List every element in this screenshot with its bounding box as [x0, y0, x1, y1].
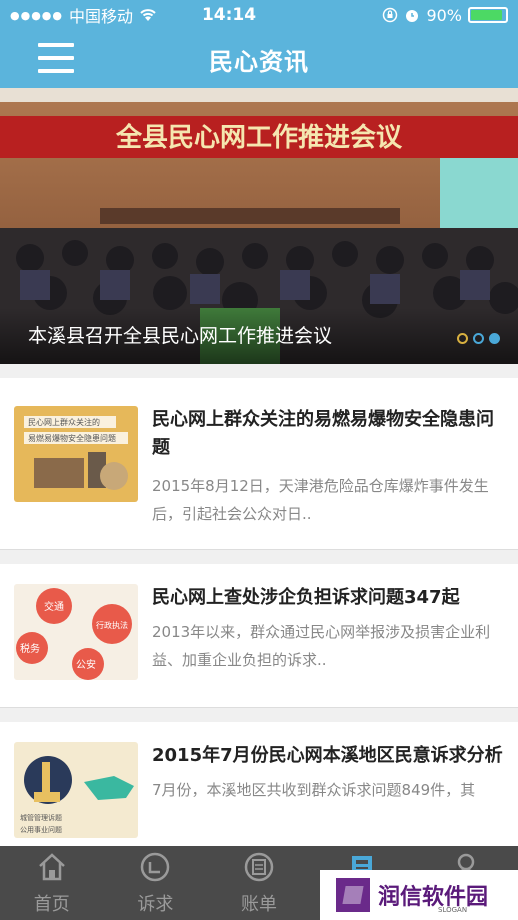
- signal-dots-icon: ●●●●●: [10, 8, 63, 22]
- tab-label: 诉求: [137, 894, 174, 915]
- watermark-icon: [336, 878, 370, 912]
- battery-icon: [468, 7, 508, 23]
- svg-text:交通: 交通: [44, 600, 64, 613]
- battery-fill: [471, 10, 502, 20]
- svg-text:行政执法: 行政执法: [96, 620, 128, 630]
- battery-percent: 90%: [426, 5, 462, 25]
- news-list: 民心网上群众关注的 易燃易爆物安全隐患问题 民心网上群众关注的易燃易爆物安全隐患…: [0, 364, 518, 862]
- watermark-slogan: SLOGAN: [438, 906, 468, 914]
- svg-text:城管管理诉题: 城管管理诉题: [20, 813, 62, 822]
- article-summary: 2013年以来，群众通过民心网举报涉及损害企业利益、加重企业负担的诉求..: [152, 623, 491, 669]
- carousel-dots[interactable]: [457, 333, 500, 344]
- watermark-name: 润信软件园: [378, 885, 489, 910]
- nav-bar: 民心资讯: [0, 30, 518, 88]
- article-thumbnail: 交通 行政执法 税务 公安: [14, 584, 138, 680]
- list-item[interactable]: 城管管理诉题 公用事业问题 2015年7月份民心网本溪地区民意诉求分析 7月份，…: [0, 722, 518, 862]
- article-title[interactable]: 2015年7月份民心网本溪地区民意诉求分析: [152, 742, 504, 770]
- tab-label: 首页: [33, 894, 70, 915]
- page-title: 民心资讯: [209, 47, 309, 76]
- carousel-dot[interactable]: [473, 333, 484, 344]
- home-icon: [38, 853, 65, 881]
- tab-bill[interactable]: 账单: [207, 846, 311, 920]
- article-title[interactable]: 民心网上查处涉企负担诉求问题347起: [152, 584, 504, 612]
- list-item[interactable]: 民心网上群众关注的 易燃易爆物安全隐患问题 民心网上群众关注的易燃易爆物安全隐患…: [0, 378, 518, 550]
- article-thumbnail: 民心网上群众关注的 易燃易爆物安全隐患问题: [14, 406, 138, 502]
- svg-text:公用事业问题: 公用事业问题: [20, 825, 62, 834]
- article-summary: 7月份，本溪地区共收到群众诉求问题849件，其: [152, 781, 476, 799]
- banner-carousel[interactable]: 全县民心网工作推进会议 本溪县召开全县民心网工作推进会议: [0, 88, 518, 364]
- tab-label: 账单: [240, 894, 277, 915]
- banner-caption: 本溪县召开全县民心网工作推进会议: [28, 325, 333, 347]
- carousel-dot[interactable]: [457, 333, 468, 344]
- svg-text:易燃易爆物安全隐患问题: 易燃易爆物安全隐患问题: [28, 433, 116, 443]
- article-title[interactable]: 民心网上群众关注的易燃易爆物安全隐患问题: [152, 406, 504, 462]
- status-bar: ●●●●● 中国移动 14:14 90%: [0, 0, 518, 30]
- hamburger-menu-icon[interactable]: [38, 40, 74, 76]
- banner-caption-bar: 本溪县召开全县民心网工作推进会议: [0, 308, 518, 364]
- banner-image-text: 全县民心网工作推进会议: [115, 122, 403, 152]
- list-item[interactable]: 交通 行政执法 税务 公安 民心网上查处涉企负担诉求问题347起 2013年以来…: [0, 564, 518, 708]
- svg-text:民心网上群众关注的: 民心网上群众关注的: [28, 417, 100, 427]
- alarm-icon: [406, 10, 419, 22]
- svg-text:税务: 税务: [20, 642, 40, 655]
- tab-home[interactable]: 首页: [0, 846, 104, 920]
- rotation-lock-icon: [383, 7, 398, 23]
- watermark-logo: 润信软件园 SLOGAN: [320, 870, 518, 920]
- carousel-dot-active[interactable]: [489, 333, 500, 344]
- status-time: 14:14: [201, 5, 257, 25]
- tab-appeal[interactable]: 诉求: [104, 846, 208, 920]
- carrier-label: 中国移动: [69, 7, 134, 26]
- appeal-icon: [141, 852, 170, 882]
- bill-icon: [244, 852, 274, 882]
- svg-text:公安: 公安: [76, 658, 96, 671]
- article-thumbnail: 城管管理诉题 公用事业问题: [14, 742, 138, 838]
- article-summary: 2015年8月12日，天津港危险品仓库爆炸事件发生后，引起社会公众对日..: [152, 477, 489, 523]
